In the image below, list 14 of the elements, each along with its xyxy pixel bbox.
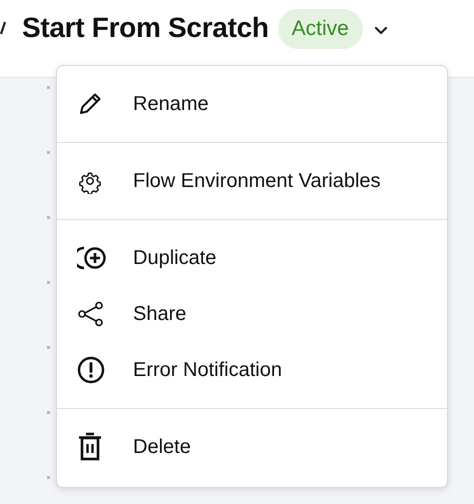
duplicate-plus-icon [77, 245, 107, 271]
menu-item[interactable]: Error Notification [57, 342, 447, 398]
share-icon [77, 301, 105, 327]
pencil-icon [77, 91, 103, 117]
menu-item[interactable]: Rename [57, 76, 447, 132]
menu-item[interactable]: Flow Environment Variables [57, 153, 447, 209]
menu-item[interactable]: Duplicate [57, 230, 447, 286]
breadcrumb-separator-icon [0, 21, 6, 35]
trash-icon [77, 432, 103, 462]
status-badge: Active [278, 9, 363, 49]
flow-title: Start From Scratch [22, 11, 269, 45]
menu-item[interactable]: Delete [57, 419, 447, 475]
menu-item[interactable]: Share [57, 286, 447, 342]
exclamation-circle-icon [77, 356, 105, 384]
